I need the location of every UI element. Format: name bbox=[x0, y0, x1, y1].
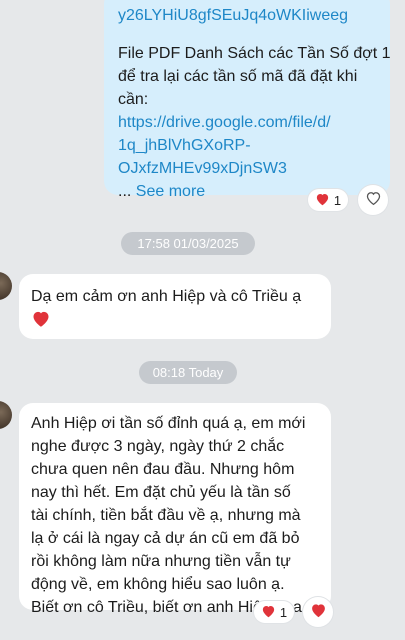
timestamp-divider: 08:18 Today bbox=[139, 361, 237, 384]
drive-link-line[interactable]: OJxfzMHEv99xDjnSW3 bbox=[118, 157, 391, 180]
heart-outline-icon bbox=[365, 190, 382, 211]
message-line: nay thì hết. Em đặt chủ yếu là tần số bbox=[31, 484, 291, 501]
ellipsis: ... bbox=[118, 183, 132, 200]
message-line: lạ ở cái là ngay cả dự án cũ em đã bỏ bbox=[31, 530, 300, 547]
react-button[interactable] bbox=[303, 597, 333, 627]
avatar[interactable] bbox=[0, 272, 12, 300]
heart-icon bbox=[31, 309, 319, 335]
see-more-row: ... See more bbox=[118, 180, 391, 203]
heart-icon bbox=[315, 192, 330, 209]
reaction-summary[interactable]: 1 bbox=[254, 601, 294, 623]
message-line: nghe được 3 ngày, ngày thứ 2 chắc bbox=[31, 438, 285, 455]
avatar[interactable] bbox=[0, 401, 12, 429]
message-line: tài chính, tiền bắt đầu về ạ, nhưng mà bbox=[31, 507, 301, 524]
message-line: File PDF Danh Sách các Tần Số đợt 1 bbox=[118, 45, 391, 62]
message-line: rồi không làm nữa nhưng tiền vẫn tự bbox=[31, 553, 291, 570]
timestamp-divider: 17:58 01/03/2025 bbox=[121, 232, 255, 255]
drive-link-line[interactable]: https://drive.google.com/file/d/ bbox=[118, 111, 391, 134]
outgoing-message-bubble[interactable]: y26LYHiU8gfSEuJq4oWKIiweeg File PDF Danh… bbox=[104, 0, 391, 200]
message-line: Anh Hiệp ơi tần số đỉnh quá ạ, em mới bbox=[31, 415, 306, 432]
reaction-count: 1 bbox=[333, 192, 342, 208]
reaction-count: 1 bbox=[279, 604, 288, 620]
message-body: File PDF Danh Sách các Tần Số đợt 1 để t… bbox=[118, 42, 391, 203]
drive-link-line[interactable]: 1q_jhBlVhGXoRP- bbox=[118, 134, 391, 157]
incoming-message-bubble[interactable]: Dạ em cảm ơn anh Hiệp và cô Triều ạ bbox=[19, 274, 331, 339]
message-line: chưa quen nên đau đầu. Nhưng hôm bbox=[31, 461, 295, 478]
see-more-link[interactable]: See more bbox=[136, 183, 205, 200]
heart-icon bbox=[310, 602, 327, 623]
message-line: để tra lại các tần số mã đã đặt khi bbox=[118, 68, 358, 85]
heart-icon bbox=[261, 604, 276, 621]
message-line: động về, em không hiểu sao luôn ạ. bbox=[31, 576, 285, 593]
message-link-tail[interactable]: y26LYHiU8gfSEuJq4oWKIiweeg bbox=[118, 4, 348, 27]
reaction-summary[interactable]: 1 bbox=[308, 189, 348, 211]
message-text: Dạ em cảm ơn anh Hiệp và cô Triều ạ bbox=[31, 288, 302, 305]
react-button[interactable] bbox=[358, 185, 388, 215]
message-line: cần: bbox=[118, 91, 149, 108]
incoming-message-bubble[interactable]: Anh Hiệp ơi tần số đỉnh quá ạ, em mới ng… bbox=[19, 403, 331, 616]
